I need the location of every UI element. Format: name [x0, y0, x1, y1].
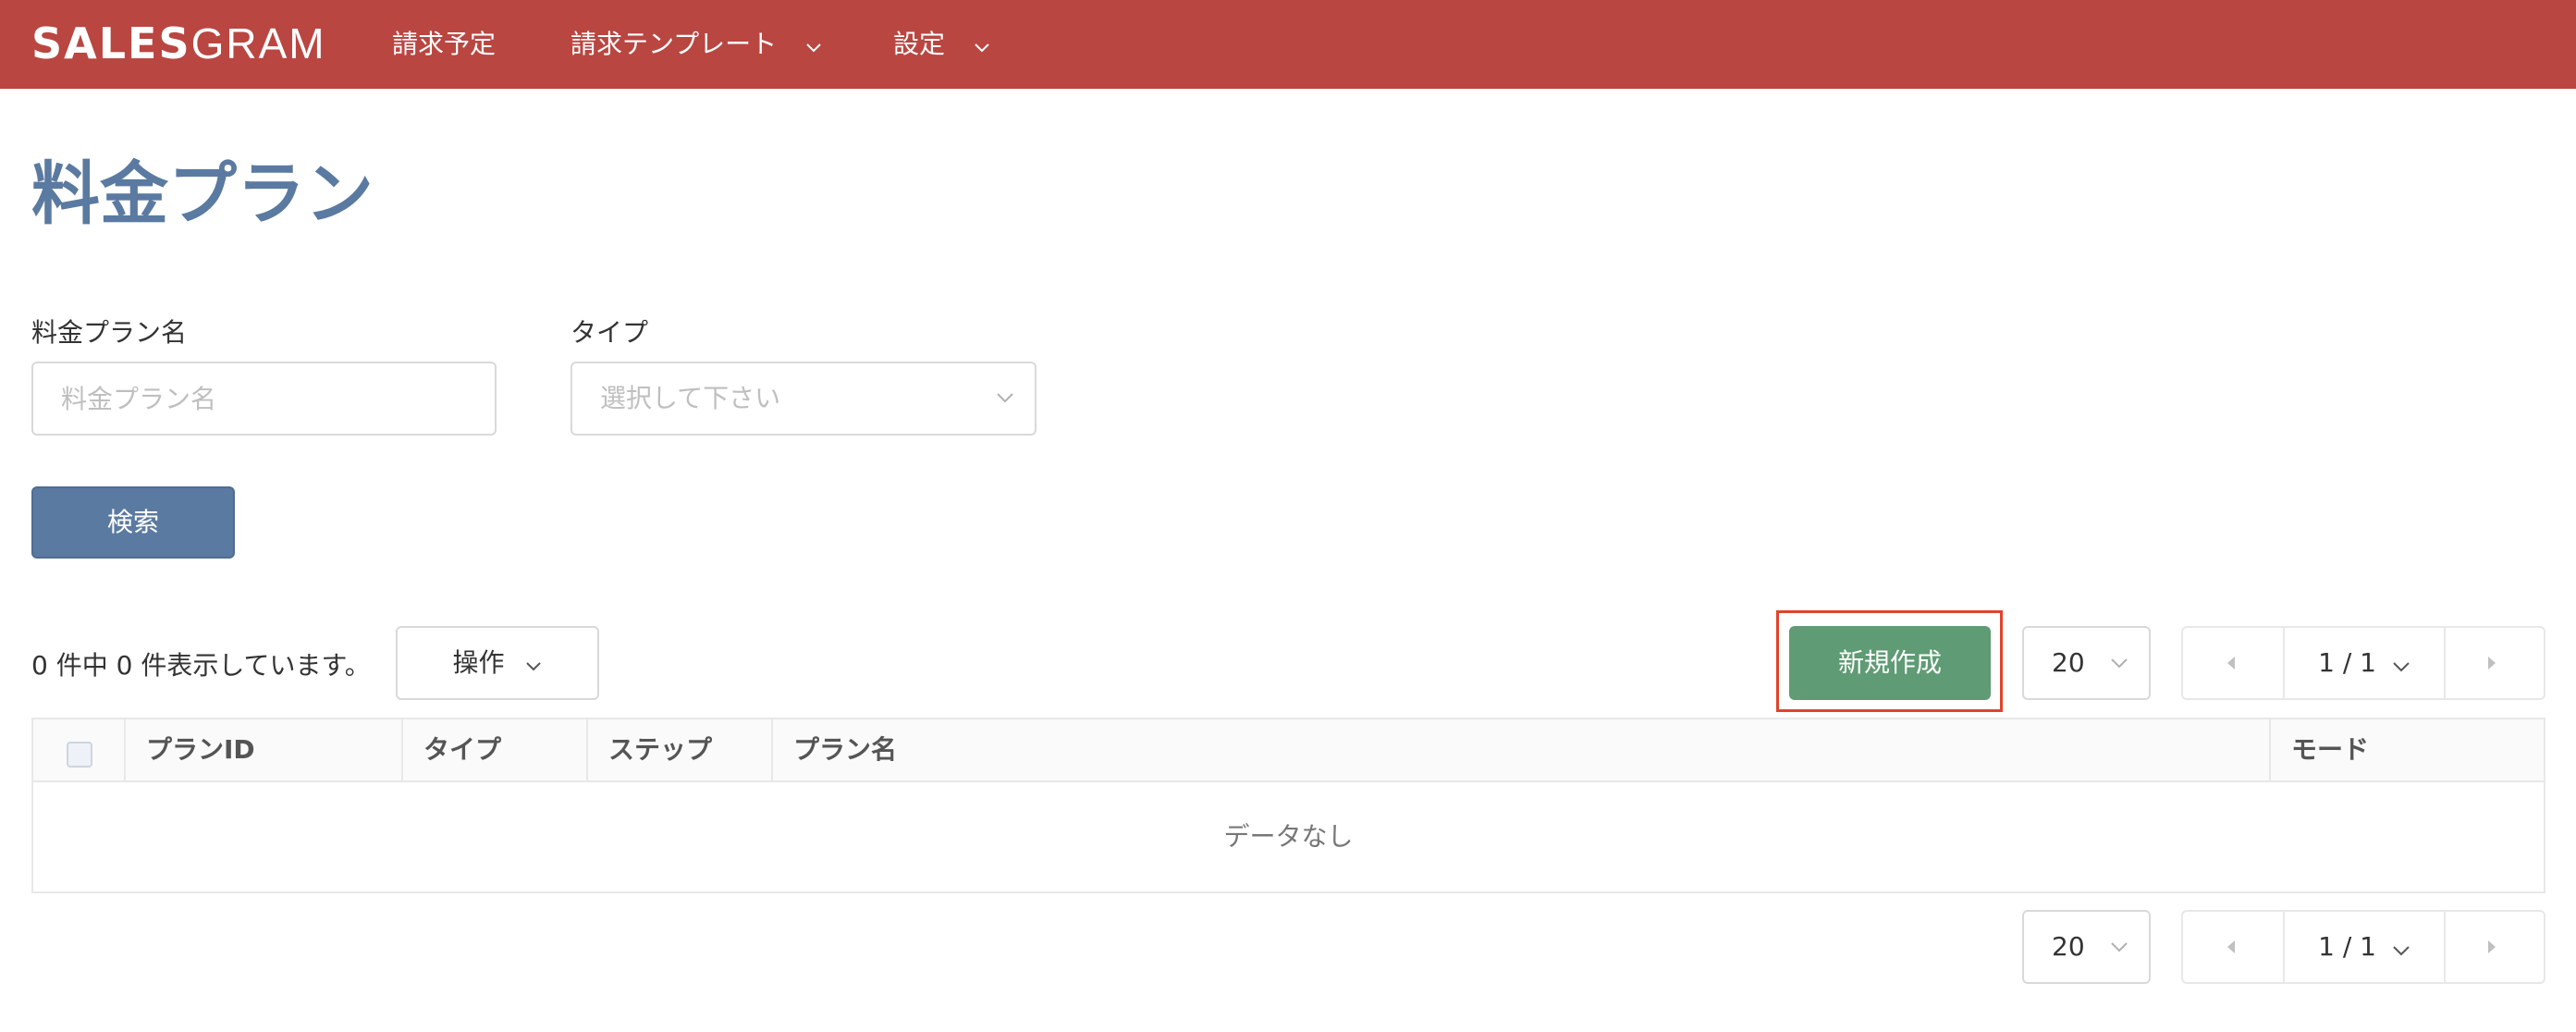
logo-bold-text: SALES: [31, 18, 191, 68]
chevron-down-icon: [2392, 627, 2410, 701]
next-page-button[interactable]: [2444, 628, 2544, 698]
top-navbar: SALESGRAM 請求予定 請求テンプレート 設定: [0, 0, 2576, 89]
table-empty-message: データなし: [1223, 821, 1354, 852]
app-logo[interactable]: SALESGRAM: [31, 13, 326, 74]
nav-billing-schedule[interactable]: 請求予定: [392, 17, 496, 72]
nav-settings[interactable]: 設定: [893, 17, 990, 72]
chevron-down-icon: [2110, 655, 2128, 672]
footer-prev-page-button[interactable]: [2183, 912, 2283, 982]
footer-page-size-value: 20: [2052, 931, 2085, 962]
table-header: プランID タイプ ステップ プラン名 モード: [33, 719, 2544, 782]
page-indicator: 1 / 1: [2318, 647, 2376, 678]
footer-next-page-button[interactable]: [2444, 912, 2544, 982]
page-jump-select[interactable]: 1 / 1: [2283, 626, 2446, 700]
operations-dropdown-button[interactable]: 操作: [396, 626, 599, 700]
footer-pagination: 1 / 1: [2181, 910, 2545, 984]
chevron-down-icon: [974, 18, 990, 73]
caret-left-icon: [2227, 940, 2235, 953]
nav-billing-templates-label: 請求テンプレート: [570, 29, 778, 59]
footer-page-jump-select[interactable]: 1 / 1: [2283, 910, 2446, 984]
footer-page-size-select[interactable]: 20: [2022, 910, 2151, 984]
prev-page-button[interactable]: [2183, 628, 2283, 698]
nav-settings-label: 設定: [893, 29, 946, 59]
type-label: タイプ: [570, 317, 649, 348]
result-count-text: 0 件中 0 件表示しています。: [31, 650, 371, 681]
plan-name-label: 料金プラン名: [31, 317, 188, 348]
column-header-plan-name[interactable]: プラン名: [771, 719, 2269, 780]
column-header-step[interactable]: ステップ: [586, 719, 771, 780]
nav-billing-templates[interactable]: 請求テンプレート: [570, 17, 822, 72]
page-title: 料金プラン: [31, 154, 374, 234]
type-select[interactable]: 選択して下さい: [570, 362, 1037, 436]
create-new-button[interactable]: 新規作成: [1789, 626, 1991, 700]
column-header-mode[interactable]: モード: [2269, 719, 2544, 780]
page-size-select[interactable]: 20: [2022, 626, 2151, 700]
chevron-down-icon: [805, 18, 822, 73]
caret-left-icon: [2227, 657, 2235, 670]
chevron-down-icon: [996, 389, 1014, 407]
chevron-down-icon: [2392, 911, 2410, 985]
caret-right-icon: [2488, 940, 2496, 953]
search-button[interactable]: 検索: [31, 486, 235, 559]
nav-billing-schedule-label: 請求予定: [392, 29, 497, 59]
column-header-plan-id[interactable]: プランID: [124, 719, 401, 780]
pagination: 1 / 1: [2181, 626, 2545, 700]
page-size-value: 20: [2052, 647, 2085, 678]
type-select-placeholder: 選択して下さい: [600, 383, 781, 413]
column-header-type[interactable]: タイプ: [401, 719, 586, 780]
footer-page-indicator: 1 / 1: [2318, 931, 2376, 962]
chevron-down-icon: [525, 629, 542, 699]
plans-table: プランID タイプ ステップ プラン名 モード データなし: [31, 718, 2545, 893]
logo-thin-text: GRAM: [190, 19, 326, 68]
select-all-checkbox[interactable]: [67, 742, 92, 768]
caret-right-icon: [2488, 657, 2496, 670]
operations-label: 操作: [452, 647, 505, 678]
chevron-down-icon: [2110, 939, 2128, 956]
plan-name-input[interactable]: [31, 362, 497, 436]
